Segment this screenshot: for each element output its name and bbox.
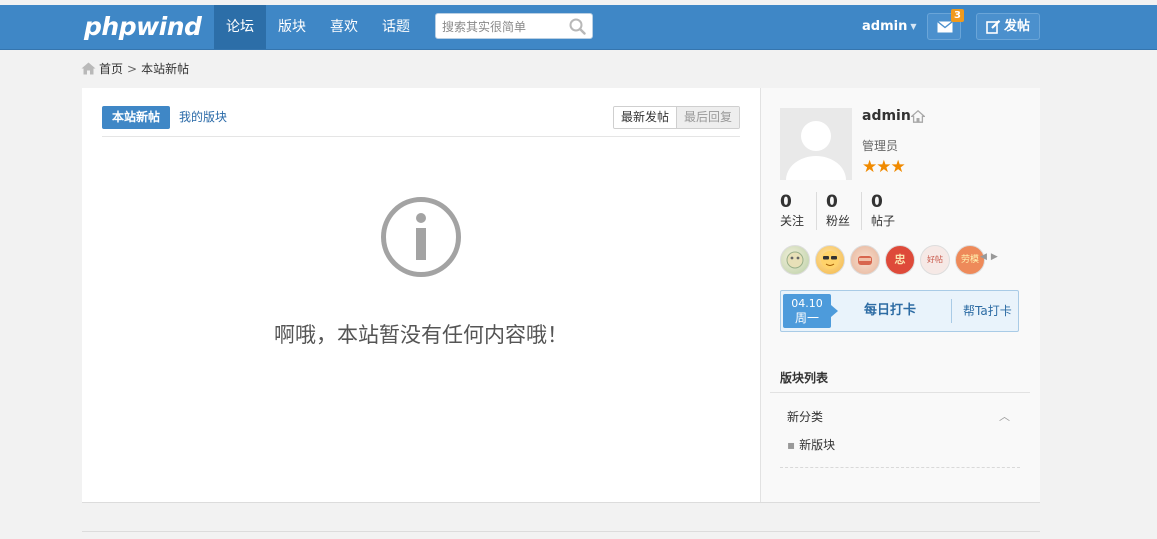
new-post-label: 发帖 <box>1004 19 1031 34</box>
bullet-icon: ▪ <box>787 438 796 452</box>
empty-state-message: 啊哦，本站暂没有任何内容哦！ <box>274 323 568 347</box>
checkin-date: 04.10 <box>791 297 823 310</box>
new-post-button[interactable]: 发帖 <box>976 13 1040 40</box>
info-icon <box>380 196 462 281</box>
footer-divider <box>82 531 1040 532</box>
thread-tabs: 本站新帖 我的版块 最新发帖 最后回复 <box>102 106 740 137</box>
main-content: 本站新帖 我的版块 最新发帖 最后回复 啊哦，本站暂没有任何内容哦！ <box>82 88 761 502</box>
main-nav: 论坛 版块 喜欢 话题 <box>214 5 422 49</box>
stat-posts[interactable]: 0 帖子 <box>861 192 895 230</box>
medal-2[interactable] <box>815 245 845 275</box>
sort-newest-button[interactable]: 最新发帖 <box>613 107 676 128</box>
chevron-down-icon: ▼ <box>910 22 917 31</box>
medal-1[interactable] <box>780 245 810 275</box>
stat-following-count: 0 <box>780 192 792 212</box>
chevron-up-icon[interactable]: ︿ <box>999 408 1010 424</box>
envelope-icon <box>937 21 953 33</box>
sort-toggle: 最新发帖 最后回复 <box>612 106 740 129</box>
medal-scroll-arrows[interactable]: ◀▶ <box>980 252 1002 262</box>
home-icon <box>81 62 96 79</box>
search-icon[interactable] <box>569 18 586 38</box>
medal-3[interactable] <box>850 245 880 275</box>
stat-fans-label: 粉丝 <box>826 214 851 228</box>
breadcrumb: 首页 > 本站新帖 <box>81 61 189 77</box>
top-navbar: phpwind 论坛 版块 喜欢 话题 admin▼ 3 发帖 <box>0 5 1157 50</box>
forum-category[interactable]: 新分类 <box>787 408 823 425</box>
nav-topics[interactable]: 话题 <box>370 5 422 49</box>
stat-following[interactable]: 0 关注 <box>780 192 804 230</box>
forum-item[interactable]: ▪ 新版块 <box>787 436 835 453</box>
stat-posts-count: 0 <box>871 192 883 212</box>
user-level-stars: ★★★ <box>862 157 906 177</box>
edit-icon <box>986 20 1001 34</box>
avatar[interactable] <box>780 108 852 180</box>
medal-good-post[interactable]: 好帖 <box>920 245 950 275</box>
daily-checkin-button[interactable]: 每日打卡 <box>864 291 916 331</box>
search-input[interactable] <box>440 15 566 39</box>
nav-forum[interactable]: 论坛 <box>214 5 266 49</box>
medal-loyal[interactable]: 忠 <box>885 245 915 275</box>
tab-site-new-posts[interactable]: 本站新帖 <box>102 106 170 129</box>
stat-fans[interactable]: 0 粉丝 <box>816 192 850 230</box>
nav-likes[interactable]: 喜欢 <box>318 5 370 49</box>
stat-posts-label: 帖子 <box>871 214 896 228</box>
help-checkin-button[interactable]: 帮Ta打卡 <box>951 299 1012 323</box>
tab-my-boards[interactable]: 我的版块 <box>179 106 227 129</box>
content-container: 本站新帖 我的版块 最新发帖 最后回复 啊哦，本站暂没有任何内容哦！ admin… <box>82 88 1040 503</box>
stat-following-label: 关注 <box>780 214 805 228</box>
stat-fans-count: 0 <box>826 192 838 212</box>
checkin-date-badge: 04.10 周一 <box>783 294 838 328</box>
profile-username[interactable]: admin <box>862 108 911 124</box>
search-box <box>435 13 593 39</box>
forum-list-title: 版块列表 <box>780 371 829 385</box>
user-menu[interactable]: admin ▼ <box>862 5 917 49</box>
forum-item-label: 新版块 <box>799 438 836 452</box>
divider <box>770 392 1030 393</box>
breadcrumb-home[interactable]: 首页 <box>99 62 123 76</box>
divider <box>780 467 1020 468</box>
user-menu-name: admin <box>862 19 908 34</box>
sidebar: admin 管理员 ★★★ 0 关注 0 粉丝 0 帖子 忠 好帖 劳模 ◀▶ … <box>761 88 1040 502</box>
user-role: 管理员 <box>862 139 899 153</box>
user-home-icon[interactable] <box>910 109 926 126</box>
checkin-weekday: 周一 <box>794 311 819 325</box>
phpwind-logo[interactable]: phpwind <box>84 12 202 42</box>
sort-last-reply-button[interactable]: 最后回复 <box>675 107 739 128</box>
nav-boards[interactable]: 版块 <box>266 5 318 49</box>
breadcrumb-current: 本站新帖 <box>141 62 190 76</box>
daily-checkin-panel: 04.10 周一 每日打卡 帮Ta打卡 <box>780 290 1019 332</box>
breadcrumb-separator: > <box>127 62 138 76</box>
message-count-badge: 3 <box>951 9 964 22</box>
